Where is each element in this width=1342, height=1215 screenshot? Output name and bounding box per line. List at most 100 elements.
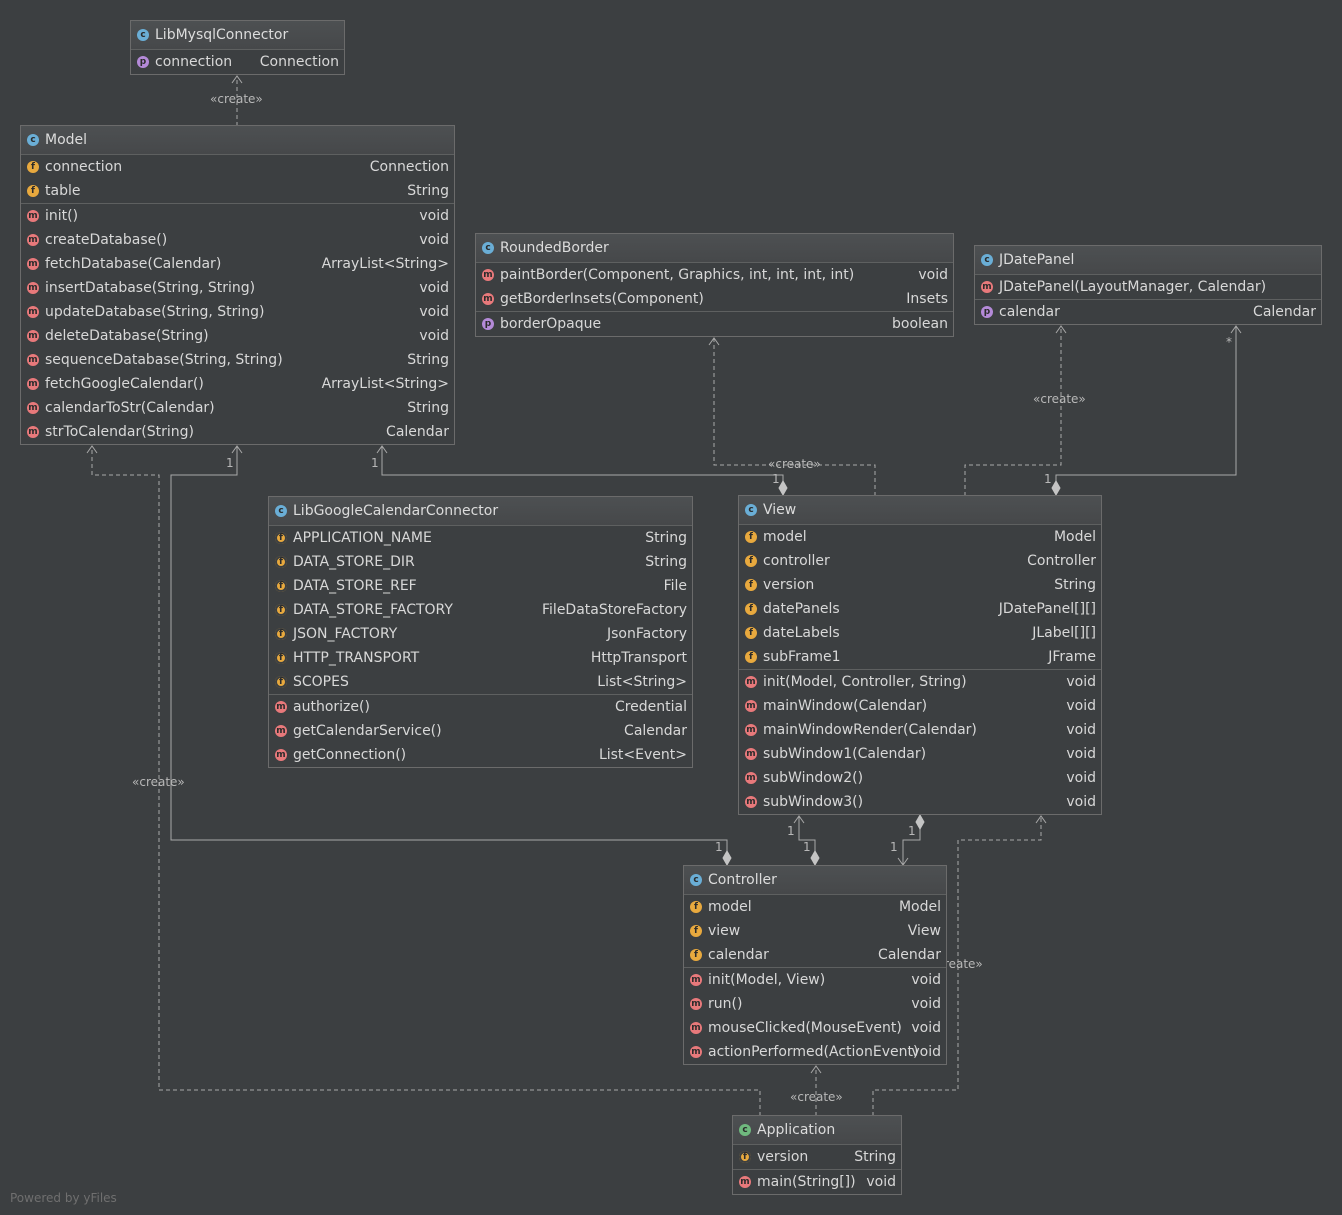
member-name: mouseClicked(MouseEvent) bbox=[708, 1020, 902, 1036]
field-icon: p bbox=[137, 56, 149, 68]
class-roundedborder[interactable]: c RoundedBorder m paintBorder(Component, Gr… bbox=[475, 233, 954, 337]
class-libgooglecalendarconnector[interactable]: c LibGoogleCalendarConnector f APPLICATION_… bbox=[268, 496, 693, 768]
member-type: void bbox=[1066, 722, 1096, 738]
edge-view-jdatepanel bbox=[1055, 326, 1237, 488]
method-icon: m bbox=[27, 210, 39, 222]
field-row[interactable]: f HTTP_TRANSPORT HttpTransport bbox=[269, 646, 692, 670]
method-icon: m bbox=[27, 282, 39, 294]
field-row[interactable]: p borderOpaque boolean bbox=[476, 311, 953, 336]
method-row[interactable]: m mainWindow(Calendar) void bbox=[739, 694, 1101, 718]
method-row[interactable]: m mouseClicked(MouseEvent) void bbox=[684, 1016, 946, 1040]
field-row[interactable]: f DATA_STORE_FACTORY FileDataStoreFactory bbox=[269, 598, 692, 622]
method-row[interactable]: m run() void bbox=[684, 992, 946, 1016]
field-row[interactable]: f DATA_STORE_DIR String bbox=[269, 550, 692, 574]
field-row[interactable]: f view View bbox=[684, 919, 946, 943]
method-row[interactable]: m calendarToStr(Calendar) String bbox=[21, 396, 454, 420]
field-row[interactable]: f JSON_FACTORY JsonFactory bbox=[269, 622, 692, 646]
edge-view-jdatepanel-create bbox=[964, 326, 1062, 496]
method-row[interactable]: m paintBorder(Component, Graphics, int, i… bbox=[476, 263, 953, 287]
method-row[interactable]: m init(Model, View) void bbox=[684, 967, 946, 992]
method-row[interactable]: m main(String[]) void bbox=[733, 1169, 901, 1194]
method-row[interactable]: m init(Model, Controller, String) void bbox=[739, 669, 1101, 694]
field-row[interactable]: f connection Connection bbox=[21, 155, 454, 179]
field-row[interactable]: f DATA_STORE_REF File bbox=[269, 574, 692, 598]
member-name: DATA_STORE_REF bbox=[293, 578, 417, 594]
member-type: JsonFactory bbox=[606, 626, 687, 642]
multiplicity-label: 1 bbox=[715, 840, 723, 854]
method-icon: m bbox=[275, 725, 287, 737]
method-row[interactable]: m subWindow2() void bbox=[739, 766, 1101, 790]
method-icon: m bbox=[745, 772, 757, 784]
class-header: c RoundedBorder bbox=[476, 234, 953, 263]
field-row[interactable]: p calendar Calendar bbox=[975, 299, 1321, 324]
member-name: calendar bbox=[708, 947, 769, 963]
member-name: getBorderInsets(Component) bbox=[500, 291, 704, 307]
member-name: HTTP_TRANSPORT bbox=[293, 650, 420, 666]
method-row[interactable]: m subWindow3() void bbox=[739, 790, 1101, 814]
field-row[interactable]: f version String bbox=[733, 1145, 901, 1169]
member-type: void bbox=[911, 1044, 941, 1060]
class-controller[interactable]: c Controller f model Model f view View f calendar… bbox=[683, 865, 947, 1065]
method-row[interactable]: m mainWindowRender(Calendar) void bbox=[739, 718, 1101, 742]
method-row[interactable]: m fetchDatabase(Calendar) ArrayList<String… bbox=[21, 252, 454, 276]
class-view[interactable]: c View f model Model f controller Controller f ve… bbox=[738, 495, 1102, 815]
class-jdatepanel[interactable]: c JDatePanel m JDatePanel(LayoutManager, Ca… bbox=[974, 245, 1322, 325]
edge-view-model bbox=[381, 446, 784, 488]
field-row[interactable]: f model Model bbox=[739, 525, 1101, 549]
field-row[interactable]: f SCOPES List<String> bbox=[269, 670, 692, 694]
member-name: getCalendarService() bbox=[293, 723, 442, 739]
method-row[interactable]: m fetchGoogleCalendar() ArrayList<String> bbox=[21, 372, 454, 396]
method-row[interactable]: m strToCalendar(String) Calendar bbox=[21, 420, 454, 444]
member-type: File bbox=[663, 578, 687, 594]
class-icon: c bbox=[275, 505, 287, 517]
method-row[interactable]: m sequenceDatabase(String, String) String bbox=[21, 348, 454, 372]
class-application[interactable]: c Application f version String m main(String[]… bbox=[732, 1115, 902, 1195]
field-row[interactable]: f subFrame1 JFrame bbox=[739, 645, 1101, 669]
method-row[interactable]: m getConnection() List<Event> bbox=[269, 743, 692, 767]
field-row[interactable]: f model Model bbox=[684, 895, 946, 919]
method-row[interactable]: m authorize() Credential bbox=[269, 694, 692, 719]
member-name: connection bbox=[45, 159, 123, 175]
field-row[interactable]: f calendar Calendar bbox=[684, 943, 946, 967]
member-type: void bbox=[1066, 794, 1096, 810]
field-row[interactable]: f table String bbox=[21, 179, 454, 203]
method-row[interactable]: m updateDatabase(String, String) void bbox=[21, 300, 454, 324]
method-icon: m bbox=[739, 1176, 751, 1188]
class-icon: c bbox=[482, 242, 494, 254]
method-icon: m bbox=[690, 974, 702, 986]
method-row[interactable]: m init() void bbox=[21, 203, 454, 228]
method-icon: m bbox=[27, 426, 39, 438]
field-icon: f bbox=[745, 531, 757, 543]
field-row[interactable]: p connection Connection bbox=[131, 50, 344, 74]
field-row[interactable]: f APPLICATION_NAME String bbox=[269, 526, 692, 550]
edge-label-create: «create» bbox=[210, 92, 263, 106]
member-type: List<Event> bbox=[598, 747, 687, 763]
method-row[interactable]: m getCalendarService() Calendar bbox=[269, 719, 692, 743]
member-type: void bbox=[1066, 746, 1096, 762]
member-type: boolean bbox=[892, 316, 948, 332]
field-row[interactable]: f dateLabels JLabel[][] bbox=[739, 621, 1101, 645]
class-model[interactable]: c Model f connection Connection f table String m… bbox=[20, 125, 455, 445]
method-icon: m bbox=[981, 281, 993, 293]
method-row[interactable]: m createDatabase() void bbox=[21, 228, 454, 252]
class-icon: c bbox=[745, 504, 757, 516]
member-type: void bbox=[866, 1174, 896, 1190]
member-type: ArrayList<String> bbox=[321, 256, 449, 272]
field-row[interactable]: f datePanels JDatePanel[][] bbox=[739, 597, 1101, 621]
method-row[interactable]: m insertDatabase(String, String) void bbox=[21, 276, 454, 300]
method-row[interactable]: m actionPerformed(ActionEvent) void bbox=[684, 1040, 946, 1064]
multiplicity-label: 1 bbox=[890, 840, 898, 854]
member-type: void bbox=[1066, 674, 1096, 690]
field-row[interactable]: f version String bbox=[739, 573, 1101, 597]
method-row[interactable]: m getBorderInsets(Component) Insets bbox=[476, 287, 953, 311]
field-icon: f bbox=[275, 652, 287, 664]
class-libmysqlconnector[interactable]: c LibMysqlConnector p connection Connection bbox=[130, 20, 345, 75]
member-name: init(Model, Controller, String) bbox=[763, 674, 967, 690]
method-row[interactable]: m subWindow1(Calendar) void bbox=[739, 742, 1101, 766]
member-name: run() bbox=[708, 996, 743, 1012]
field-row[interactable]: f controller Controller bbox=[739, 549, 1101, 573]
member-name: subWindow2() bbox=[763, 770, 864, 786]
field-icon: f bbox=[275, 532, 287, 544]
method-row[interactable]: m JDatePanel(LayoutManager, Calendar) bbox=[975, 275, 1321, 299]
method-row[interactable]: m deleteDatabase(String) void bbox=[21, 324, 454, 348]
